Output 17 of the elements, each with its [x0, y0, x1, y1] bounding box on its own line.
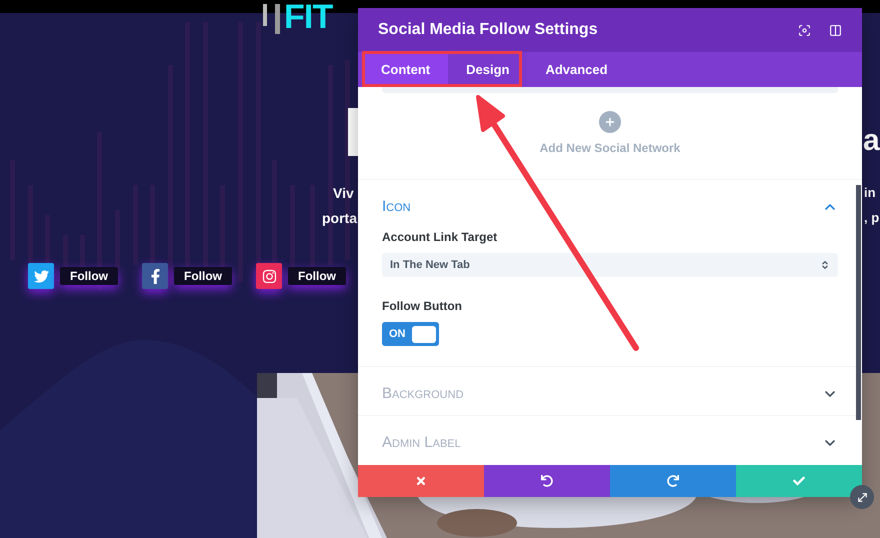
field-label: Account Link Target [382, 229, 498, 246]
toggle-switch[interactable]: ON [382, 322, 439, 346]
body-text: porta [322, 209, 357, 228]
add-network-label: Add New Social Network [540, 140, 680, 157]
follow-button[interactable]: Follow [174, 267, 232, 285]
body-text: Viv [333, 184, 354, 203]
logo-text: FIT [284, 0, 332, 34]
select-field[interactable]: In The New Tab [382, 253, 838, 277]
body-text: , p [864, 209, 880, 227]
field-label: Follow Button [382, 298, 463, 315]
follow-button[interactable]: Follow [60, 267, 118, 285]
tab[interactable]: Advanced [527, 52, 626, 87]
follow-button[interactable]: Follow [288, 267, 346, 285]
heading-text: a [863, 126, 880, 156]
modal-title: Social Media Follow Settings [378, 20, 599, 40]
body-text: in [864, 184, 876, 202]
section-title[interactable]: Icon [382, 196, 411, 218]
